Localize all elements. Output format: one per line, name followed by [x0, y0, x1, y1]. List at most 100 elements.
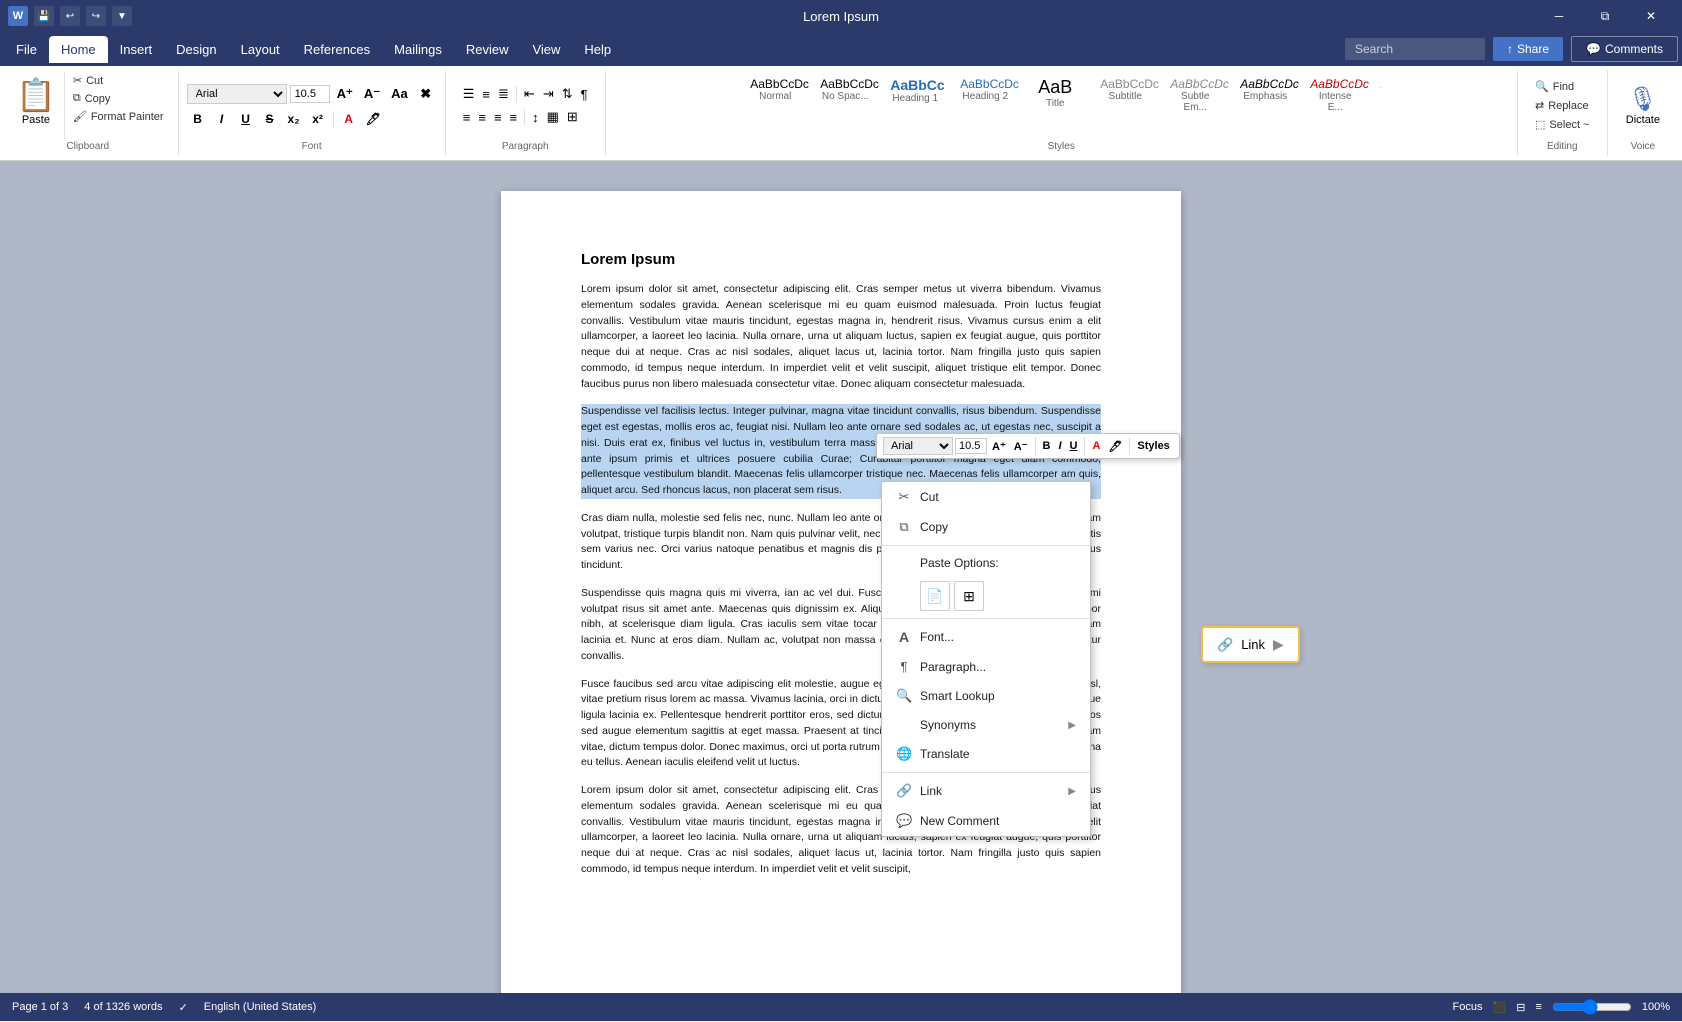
dictate-icon: 🎙 [1628, 85, 1658, 114]
clear-format-button[interactable]: ✖ [415, 84, 437, 104]
menu-insert[interactable]: Insert [108, 36, 165, 63]
view-outline-icon[interactable]: ≡ [1535, 1001, 1541, 1013]
style-normal[interactable]: AaBbCcDc Normal [741, 72, 809, 118]
cut-button[interactable]: ✂ Cut [69, 72, 168, 89]
ctx-smart-lookup[interactable]: 🔍 Smart Lookup [882, 681, 1090, 711]
style-strong[interactable]: AaBbCcDc Strong [1371, 72, 1381, 118]
mini-shrink-button[interactable]: A⁻ [1011, 438, 1031, 455]
ctx-translate[interactable]: 🌐 Translate [882, 739, 1090, 769]
ctx-cut[interactable]: ✂ Cut [882, 482, 1090, 512]
copy-button[interactable]: ⧉ Copy [69, 90, 168, 107]
share-button[interactable]: ↑ Share [1493, 37, 1563, 61]
mini-italic-button[interactable]: I [1055, 438, 1064, 454]
redo-button[interactable]: ↪ [86, 6, 106, 26]
increase-indent-button[interactable]: ⇥ [540, 84, 557, 104]
font-family-select[interactable]: Arial [187, 84, 287, 104]
numbering-button[interactable]: ≡ [479, 85, 493, 104]
strikethrough-button[interactable]: S [259, 110, 281, 128]
borders-button[interactable]: ⊞ [564, 107, 581, 127]
paste-merge-format[interactable]: ⊞ [954, 581, 984, 611]
menu-help[interactable]: Help [572, 36, 623, 63]
replace-button[interactable]: ⇄ Replace [1529, 97, 1595, 114]
mini-underline-button[interactable]: U [1067, 438, 1081, 454]
menu-home[interactable]: Home [49, 36, 108, 63]
mini-bold-button[interactable]: B [1040, 438, 1054, 454]
style-heading1[interactable]: AaBbCc Heading 1 [881, 72, 949, 118]
style-subtitle[interactable]: AaBbCcDc Subtitle [1091, 72, 1159, 118]
mini-color-button[interactable]: A [1089, 438, 1103, 454]
align-right-button[interactable]: ≡ [491, 108, 505, 127]
ctx-copy[interactable]: ⧉ Copy [882, 512, 1090, 542]
ctx-synonyms[interactable]: Synonyms ▶ [882, 711, 1090, 739]
ctx-paragraph[interactable]: ¶ Paragraph... [882, 652, 1090, 681]
page-info: Page 1 of 3 [12, 1001, 68, 1013]
dictate-button[interactable]: 🎙 Dictate [1616, 72, 1670, 139]
highlight-button[interactable]: 🖊 [362, 110, 385, 128]
menu-mailings[interactable]: Mailings [382, 36, 454, 63]
ctx-font[interactable]: A Font... [882, 622, 1090, 652]
format-painter-icon: 🖌 [73, 110, 87, 123]
change-case-button[interactable]: Aa [387, 84, 412, 103]
focus-label[interactable]: Focus [1453, 1001, 1483, 1013]
style-subtle-em[interactable]: AaBbCcDc Subtle Em... [1161, 72, 1229, 118]
view-web-icon[interactable]: ⊟ [1516, 1001, 1525, 1014]
style-nospace[interactable]: AaBbCcDc No Spac... [811, 72, 879, 118]
comments-button[interactable]: 💬 Comments [1571, 36, 1678, 62]
minimize-button[interactable]: ─ [1536, 0, 1582, 32]
line-spacing-button[interactable]: ↕ [529, 108, 542, 127]
menu-references[interactable]: References [292, 36, 382, 63]
mini-grow-button[interactable]: A⁺ [989, 438, 1009, 455]
menu-review[interactable]: Review [454, 36, 521, 63]
undo-button[interactable]: ↩ [60, 6, 80, 26]
paste-keep-source[interactable]: 📄 [920, 581, 950, 611]
align-justify-button[interactable]: ≡ [507, 108, 521, 127]
superscript-button[interactable]: x² [307, 110, 329, 128]
mini-styles-button[interactable]: Styles [1134, 438, 1172, 454]
shading-button[interactable]: ▦ [544, 107, 562, 127]
mini-highlight-button[interactable]: 🖊 [1105, 438, 1125, 455]
font-size-input[interactable] [290, 85, 330, 103]
sort-button[interactable]: ⇅ [559, 84, 576, 104]
bold-button[interactable]: B [187, 110, 209, 128]
style-title[interactable]: AaB Title [1021, 72, 1089, 118]
text-color-button[interactable]: A [338, 110, 360, 128]
ctx-link[interactable]: 🔗 Link ▶ [882, 776, 1090, 806]
underline-button[interactable]: U [235, 110, 257, 128]
align-center-button[interactable]: ≡ [475, 108, 489, 127]
bullets-button[interactable]: ☰ [460, 84, 478, 104]
close-button[interactable]: ✕ [1628, 0, 1674, 32]
paste-button[interactable]: 📋 Paste [8, 72, 65, 139]
style-h2-preview: AaBbCcDc [960, 77, 1010, 91]
decrease-indent-button[interactable]: ⇤ [521, 84, 538, 104]
style-heading2[interactable]: AaBbCcDc Heading 2 [951, 72, 1019, 118]
customize-button[interactable]: ▼ [112, 6, 132, 26]
ribbon-group-styles: AaBbCcDc Normal AaBbCcDc No Spac... AaBb… [606, 70, 1518, 156]
save-button[interactable]: 💾 [34, 6, 54, 26]
search-input[interactable] [1345, 38, 1485, 60]
align-left-button[interactable]: ≡ [460, 108, 474, 127]
restore-button[interactable]: ⧉ [1582, 0, 1628, 32]
paragraph-1[interactable]: Lorem ipsum dolor sit amet, consectetur … [581, 282, 1101, 392]
font-grow-button[interactable]: A⁺ [333, 84, 357, 104]
select-button[interactable]: ⬚ Select ~ [1529, 116, 1595, 133]
style-intense-em[interactable]: AaBbCcDc Intense E... [1301, 72, 1369, 118]
clipboard-content: 📋 Paste ✂ Cut ⧉ Copy 🖌 [8, 72, 168, 139]
mini-font-size[interactable] [955, 438, 987, 454]
menu-design[interactable]: Design [164, 36, 228, 63]
italic-button[interactable]: I [211, 110, 233, 128]
view-print-icon[interactable]: ⬛ [1493, 1001, 1507, 1014]
show-marks-button[interactable]: ¶ [578, 85, 591, 104]
subscript-button[interactable]: x₂ [283, 110, 305, 128]
ctx-new-comment[interactable]: 💬 New Comment [882, 806, 1090, 836]
multilevel-button[interactable]: ≣ [495, 84, 512, 104]
style-title-preview: AaB [1030, 77, 1080, 98]
mini-font-select[interactable]: Arial [883, 437, 953, 455]
style-emphasis[interactable]: AaBbCcDc Emphasis [1231, 72, 1299, 118]
menu-file[interactable]: File [4, 36, 49, 63]
format-painter-button[interactable]: 🖌 Format Painter [69, 108, 168, 125]
menu-view[interactable]: View [520, 36, 572, 63]
font-shrink-button[interactable]: A⁻ [360, 84, 384, 104]
zoom-slider[interactable] [1552, 999, 1632, 1015]
find-button[interactable]: 🔍 Find [1529, 78, 1595, 95]
menu-layout[interactable]: Layout [229, 36, 292, 63]
